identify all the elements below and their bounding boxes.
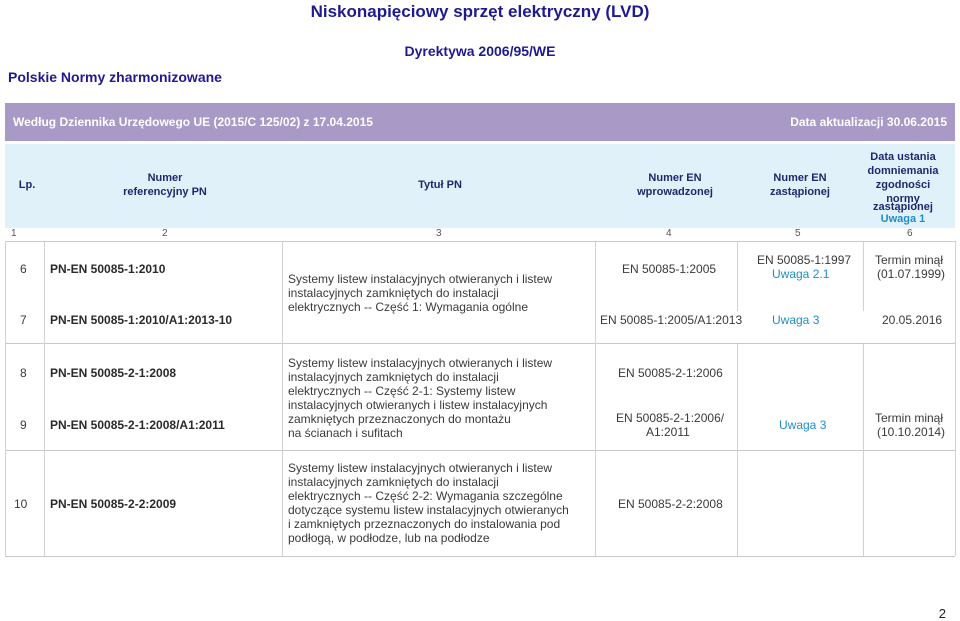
directive-label: Dyrektywa 2006/95/WE — [404, 43, 556, 59]
row6-rep: EN 50085-1:1997 — [757, 253, 852, 267]
row6-date2: (01.07.1999) — [877, 267, 946, 281]
row10-en: EN 50085-2-2:2008 — [618, 497, 723, 511]
col-title: Tytuł PN — [418, 179, 462, 191]
column-numbers: 1 2 3 4 5 6 — [5, 228, 955, 241]
col-divider — [595, 241, 596, 556]
title-10-line5: i zamkniętych przeznaczonych do instalow… — [288, 517, 561, 531]
row9-en-line2: A1:2011 — [646, 425, 690, 439]
col-num-1: 1 — [11, 228, 17, 239]
title-10-line2: instalacyjnych zamkniętych do instalacji — [288, 475, 499, 489]
row9-date1: Termin minął — [875, 411, 944, 425]
subtitle: Polskie Normy zharmonizowane — [8, 69, 222, 85]
row-divider — [5, 450, 955, 451]
row6-rep-note[interactable]: Uwaga 2.1 — [772, 267, 829, 281]
col-divider — [44, 241, 45, 556]
row8-ref: PN-EN 50085-2-1:2008 — [50, 366, 177, 380]
row7-lp: 7 — [20, 313, 27, 327]
col-divider — [863, 241, 864, 311]
title-8-9-line5: zamkniętych przeznaczonych do montażu — [288, 412, 511, 426]
row8-en: EN 50085-2-1:2006 — [618, 366, 723, 380]
title-10-line1: Systemy listew instalacyjnych otwieranyc… — [288, 461, 553, 475]
title-10-line4: dotyczące systemu listew instalacyjnych … — [288, 503, 569, 517]
row8-lp: 8 — [20, 366, 27, 380]
col-divider — [5, 241, 6, 556]
title-8-9-line3: elektrycznych -- Część 2-1: Systemy list… — [288, 384, 516, 398]
col-ref-line1: Numer — [147, 172, 183, 184]
row9-date2: (10.10.2014) — [877, 425, 946, 439]
col-divider — [863, 343, 864, 556]
row9-lp: 9 — [20, 418, 27, 432]
col-en-rep-line1: Numer EN — [773, 172, 827, 184]
page-number: 2 — [938, 606, 946, 621]
col-divider — [282, 241, 283, 556]
col-num-6: 6 — [907, 228, 913, 239]
row-divider — [5, 241, 955, 242]
col-num-2: 2 — [162, 228, 168, 239]
col-date-line3: zgodności — [875, 179, 931, 191]
title-8-9-line2: instalacyjnych zamkniętych do instalacji — [288, 370, 499, 384]
title-6-7-line2: instalacyjnych zamkniętych do instalacji — [288, 286, 499, 300]
row9-en-line1: EN 50085-2-1:2006/ — [616, 411, 725, 425]
title-8-9-line6: na ścianach i sufitach — [288, 426, 403, 440]
title-8-9-line1: Systemy listew instalacyjnych otwieranyc… — [288, 356, 553, 370]
row9-note[interactable]: Uwaga 3 — [779, 418, 826, 432]
col-en-in-line1: Numer EN — [648, 172, 702, 184]
table-header: Lp. Numer referencyjny PN Tytuł PN Numer… — [5, 144, 955, 228]
row7-ref: PN-EN 50085-1:2010/A1:2013-10 — [50, 313, 233, 327]
row-divider — [5, 556, 955, 557]
col-lp: Lp. — [18, 179, 36, 191]
title-10-line3: elektrycznych -- Część 2-2: Wymagania sz… — [288, 489, 563, 503]
title-10-line6: podłogą, w podłodze, lub na podłodze — [288, 531, 490, 545]
col-date-line1: Data ustania — [870, 151, 936, 163]
title-8-9-line4: instalacyjnych otwieranych i listew inst… — [288, 398, 548, 412]
col-date-note: Uwaga 1 — [880, 213, 926, 225]
col-en-rep-line2: zastąpionej — [770, 186, 830, 198]
col-ref-line2: referencyjny PN — [123, 186, 207, 198]
col-en-in-line2: wprowadzonej — [637, 186, 713, 198]
row10-lp: 10 — [14, 497, 28, 511]
row6-date1: Termin minął — [875, 253, 944, 267]
col-num-3: 3 — [436, 228, 442, 239]
page-title: Niskonapięciowy sprzęt elektryczny (LVD) — [310, 2, 650, 21]
col-date-line2: domniemania — [867, 165, 939, 177]
col-num-4: 4 — [666, 228, 672, 239]
row6-ref: PN-EN 50085-1:2010 — [50, 262, 166, 276]
row7-date: 20.05.2016 — [882, 313, 943, 327]
update-date: Data aktualizacji 30.06.2015 — [790, 115, 947, 129]
row6-lp: 6 — [20, 262, 27, 276]
row-divider — [5, 343, 955, 344]
row7-en: EN 50085-1:2005/A1:2013 — [600, 313, 743, 327]
col-divider — [737, 241, 738, 311]
row7-note[interactable]: Uwaga 3 — [772, 313, 819, 327]
row10-ref: PN-EN 50085-2-2:2009 — [50, 497, 177, 511]
col-num-5: 5 — [795, 228, 801, 239]
col-divider — [737, 343, 738, 556]
row9-ref: PN-EN 50085-2-1:2008/A1:2011 — [50, 418, 225, 432]
info-band: Według Dziennika Urzędowego UE (2015/C 1… — [5, 103, 955, 141]
row6-en: EN 50085-1:2005 — [622, 262, 717, 276]
col-divider — [955, 241, 956, 556]
title-6-7-line3: elektrycznych -- Część 1: Wymagania ogól… — [288, 300, 528, 314]
title-6-7-line1: Systemy listew instalacyjnych otwieranyc… — [288, 272, 553, 286]
journal-reference: Według Dziennika Urzędowego UE (2015/C 1… — [13, 115, 373, 129]
